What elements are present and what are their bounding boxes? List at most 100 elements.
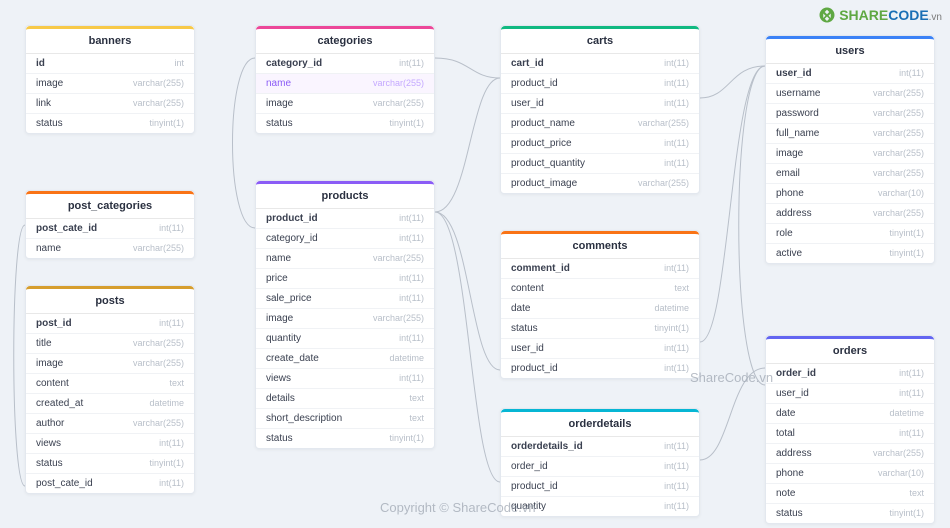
- column-row[interactable]: activetinyint(1): [766, 244, 934, 263]
- column-row[interactable]: usernamevarchar(255): [766, 84, 934, 104]
- column-name: cart_id: [511, 58, 544, 69]
- column-type: int(11): [664, 58, 689, 69]
- column-type: datetime: [889, 408, 924, 419]
- column-row[interactable]: product_imagevarchar(255): [501, 174, 699, 193]
- table-header: carts: [501, 26, 699, 54]
- column-row[interactable]: namevarchar(255): [26, 239, 194, 258]
- table-categories[interactable]: categoriescategory_idint(11)namevarchar(…: [255, 25, 435, 134]
- column-row[interactable]: user_idint(11): [501, 94, 699, 114]
- column-row[interactable]: phonevarchar(10): [766, 184, 934, 204]
- column-row[interactable]: passwordvarchar(255): [766, 104, 934, 124]
- column-type: int(11): [399, 213, 424, 224]
- column-row[interactable]: product_namevarchar(255): [501, 114, 699, 134]
- table-users[interactable]: usersuser_idint(11)usernamevarchar(255)p…: [765, 35, 935, 264]
- column-type: int(11): [159, 478, 184, 489]
- column-row[interactable]: created_atdatetime: [26, 394, 194, 414]
- column-row[interactable]: imagevarchar(255): [766, 144, 934, 164]
- column-row[interactable]: product_idint(11): [501, 359, 699, 378]
- table-products[interactable]: productsproduct_idint(11)category_idint(…: [255, 180, 435, 449]
- column-type: tinyint(1): [889, 508, 924, 519]
- column-row[interactable]: imagevarchar(255): [26, 354, 194, 374]
- column-row[interactable]: statustinyint(1): [766, 504, 934, 523]
- column-type: int(11): [399, 273, 424, 284]
- column-row[interactable]: totalint(11): [766, 424, 934, 444]
- column-row[interactable]: addressvarchar(255): [766, 444, 934, 464]
- column-row[interactable]: product_priceint(11): [501, 134, 699, 154]
- column-row[interactable]: priceint(11): [256, 269, 434, 289]
- column-name: details: [266, 393, 295, 404]
- column-row[interactable]: statustinyint(1): [501, 319, 699, 339]
- column-row[interactable]: phonevarchar(10): [766, 464, 934, 484]
- column-row[interactable]: image varchar(255): [26, 74, 194, 94]
- column-type: int(11): [399, 233, 424, 244]
- column-row[interactable]: product_idint(11): [501, 74, 699, 94]
- column-row[interactable]: detailstext: [256, 389, 434, 409]
- column-row[interactable]: short_descriptiontext: [256, 409, 434, 429]
- column-row[interactable]: orderdetails_idint(11): [501, 437, 699, 457]
- column-row[interactable]: category_idint(11): [256, 54, 434, 74]
- table-carts[interactable]: carts cart_id int(11) product_idint(11)user…: [500, 25, 700, 194]
- column-row[interactable]: datedatetime: [501, 299, 699, 319]
- column-type: int(11): [664, 461, 689, 472]
- column-row[interactable]: cart_id int(11): [501, 54, 699, 74]
- column-row[interactable]: viewsint(11): [26, 434, 194, 454]
- table-header: users: [766, 36, 934, 64]
- column-row[interactable]: emailvarchar(255): [766, 164, 934, 184]
- column-name: author: [36, 418, 64, 429]
- column-row[interactable]: order_idint(11): [766, 364, 934, 384]
- column-row[interactable]: post_idint(11): [26, 314, 194, 334]
- column-row[interactable]: product_id int(11): [256, 209, 434, 229]
- column-row[interactable]: product_idint(11): [501, 477, 699, 497]
- column-row[interactable]: statustinyint(1): [256, 114, 434, 133]
- column-name: product_id: [266, 213, 318, 224]
- column-row[interactable]: post_cate_idint(11): [26, 474, 194, 493]
- column-row[interactable]: product_quantityint(11): [501, 154, 699, 174]
- column-row[interactable]: viewsint(11): [256, 369, 434, 389]
- column-type: text: [674, 283, 689, 294]
- column-type: tinyint(1): [889, 248, 924, 259]
- table-posts[interactable]: postspost_idint(11)titlevarchar(255)imag…: [25, 285, 195, 494]
- column-name: name: [266, 253, 291, 264]
- column-row[interactable]: category_idint(11): [256, 229, 434, 249]
- column-type: tinyint(1): [389, 118, 424, 129]
- column-row[interactable]: datedatetime: [766, 404, 934, 424]
- column-name: image: [36, 78, 63, 89]
- column-type: varchar(255): [133, 78, 184, 89]
- column-row[interactable]: quantityint(11): [256, 329, 434, 349]
- column-row[interactable]: imagevarchar(255): [256, 94, 434, 114]
- column-row[interactable]: imagevarchar(255): [256, 309, 434, 329]
- column-row[interactable]: comment_idint(11): [501, 259, 699, 279]
- column-row[interactable]: sale_priceint(11): [256, 289, 434, 309]
- table-post_categories[interactable]: post_categoriespost_cate_idint(11)nameva…: [25, 190, 195, 259]
- column-name: phone: [776, 468, 804, 479]
- column-name: image: [266, 313, 293, 324]
- column-row[interactable]: post_cate_idint(11): [26, 219, 194, 239]
- column-row[interactable]: idint: [26, 54, 194, 74]
- column-row[interactable]: namevarchar(255): [256, 249, 434, 269]
- column-row[interactable]: namevarchar(255): [256, 74, 434, 94]
- column-row[interactable]: full_namevarchar(255): [766, 124, 934, 144]
- column-type: varchar(255): [133, 338, 184, 349]
- column-row[interactable]: user_idint(11): [766, 384, 934, 404]
- column-name: date: [511, 303, 530, 314]
- column-row[interactable]: statustinyint(1): [26, 114, 194, 133]
- table-comments[interactable]: commentscomment_idint(11)contenttextdate…: [500, 230, 700, 379]
- column-row[interactable]: titlevarchar(255): [26, 334, 194, 354]
- column-row[interactable]: statustinyint(1): [256, 429, 434, 448]
- column-row[interactable]: authorvarchar(255): [26, 414, 194, 434]
- table-orders[interactable]: ordersorder_idint(11)user_idint(11)dated…: [765, 335, 935, 524]
- column-row[interactable]: roletinyint(1): [766, 224, 934, 244]
- column-row[interactable]: notetext: [766, 484, 934, 504]
- table-orderdetails[interactable]: orderdetailsorderdetails_idint(11)order_…: [500, 408, 700, 517]
- column-row[interactable]: statustinyint(1): [26, 454, 194, 474]
- column-row[interactable]: create_datedatetime: [256, 349, 434, 369]
- column-row[interactable]: addressvarchar(255): [766, 204, 934, 224]
- column-row[interactable]: contenttext: [501, 279, 699, 299]
- column-row[interactable]: quantityint(11): [501, 497, 699, 516]
- column-row[interactable]: linkvarchar(255): [26, 94, 194, 114]
- column-row[interactable]: user_idint(11): [766, 64, 934, 84]
- column-row[interactable]: user_idint(11): [501, 339, 699, 359]
- column-row[interactable]: contenttext: [26, 374, 194, 394]
- table-banners[interactable]: bannersidintimagevarchar(255)linkvarchar…: [25, 25, 195, 134]
- column-row[interactable]: order_idint(11): [501, 457, 699, 477]
